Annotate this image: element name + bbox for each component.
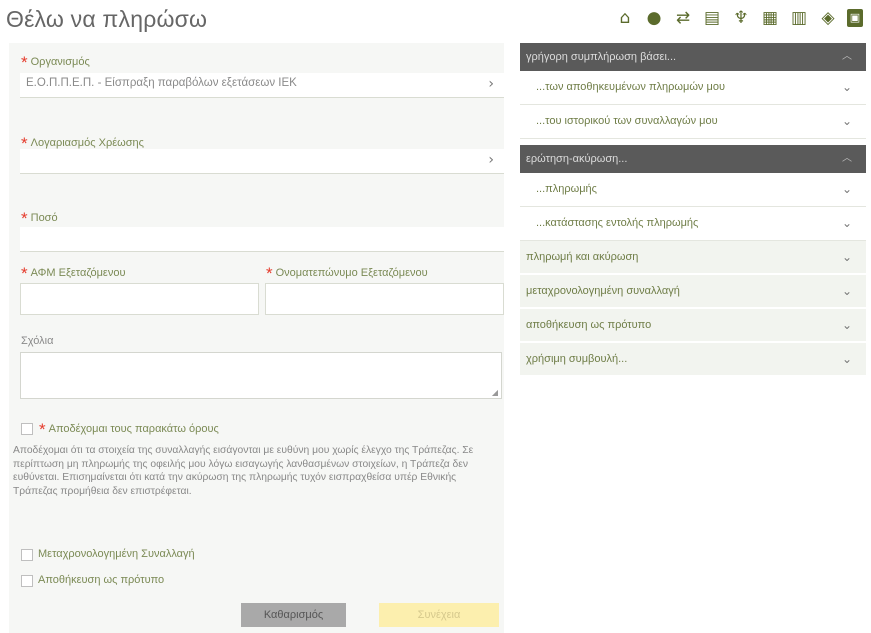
organization-label: * Οργανισμός bbox=[21, 53, 90, 72]
chevron-down-icon: ⌄ bbox=[841, 114, 852, 128]
comments-label: Σχόλια bbox=[21, 335, 54, 347]
chevron-down-icon: ⌄ bbox=[841, 80, 852, 94]
required-marker: * bbox=[21, 53, 28, 72]
accept-terms-checkbox[interactable] bbox=[21, 423, 33, 435]
sidebar-item-transaction-history[interactable]: ...του ιστορικού των συναλλαγών μου ⌄ bbox=[520, 105, 866, 139]
sidebar-item-save-template[interactable]: αποθήκευση ως πρότυπο ⌄ bbox=[520, 309, 866, 343]
quick-fill-section-header[interactable]: γρήγορη συμπλήρωση βάσει... ︿ bbox=[520, 43, 866, 71]
tax-id-label: * ΑΦΜ Εξεταζόμενου bbox=[21, 264, 126, 283]
chart-icon[interactable]: ▦ bbox=[760, 8, 780, 28]
full-name-label: * Ονοματεπώνυμο Εξεταζόμενου bbox=[266, 264, 428, 283]
accept-terms-label[interactable]: * Αποδέχομαι τους παρακάτω όρους bbox=[39, 417, 219, 439]
required-marker: * bbox=[266, 264, 273, 283]
required-marker: * bbox=[21, 209, 28, 228]
comments-textarea[interactable]: ◢ bbox=[20, 352, 502, 399]
info-icon[interactable]: ● bbox=[644, 8, 664, 28]
document-icon[interactable]: ▣ bbox=[847, 9, 863, 27]
home-icon[interactable]: ⌂ bbox=[615, 8, 635, 28]
chevron-up-icon: ︿ bbox=[842, 51, 852, 62]
amount-label: * Ποσό bbox=[21, 209, 58, 228]
chevron-up-icon: ︿ bbox=[842, 153, 852, 164]
chevron-down-icon: ⌄ bbox=[841, 182, 852, 196]
resize-grip-icon[interactable]: ◢ bbox=[492, 388, 498, 397]
piggy-bank-icon[interactable]: ◈ bbox=[818, 8, 838, 28]
chevron-down-icon: ⌄ bbox=[841, 318, 852, 332]
debit-account-label: * Λογαριασμός Χρέωσης bbox=[21, 134, 144, 153]
chevron-down-icon: ⌄ bbox=[841, 216, 852, 230]
query-cancel-section-header[interactable]: ερώτηση-ακύρωση... ︿ bbox=[520, 145, 866, 173]
sidebar-item-pay-and-cancel[interactable]: πληρωμή και ακύρωση ⌄ bbox=[520, 241, 866, 275]
chevron-down-icon: ⌄ bbox=[841, 284, 852, 298]
top-toolbar: ⌂ ● ⇄ ▤ ♆ ▦ ▥ ◈ ▣ bbox=[615, 8, 863, 28]
scheduled-label[interactable]: Μεταχρονολογημένη Συναλλαγή bbox=[38, 548, 195, 560]
sidebar-item-order-status[interactable]: ...κατάστασης εντολής πληρωμής ⌄ bbox=[520, 207, 866, 241]
sidebar: γρήγορη συμπλήρωση βάσει... ︿ ...των απο… bbox=[520, 43, 866, 377]
full-name-input[interactable] bbox=[265, 283, 504, 315]
debit-account-select[interactable]: › bbox=[20, 149, 504, 174]
transfer-icon[interactable]: ⇄ bbox=[673, 8, 693, 28]
stats-icon[interactable]: ▥ bbox=[789, 8, 809, 28]
trophy-icon[interactable]: ♆ bbox=[731, 8, 751, 28]
chevron-right-icon: › bbox=[488, 152, 494, 168]
tax-id-input[interactable] bbox=[20, 283, 259, 315]
clear-button[interactable]: Καθαρισμός bbox=[241, 603, 346, 627]
required-marker: * bbox=[39, 420, 46, 439]
terms-text: Αποδέχομαι ότι τα στοιχεία της συναλλαγή… bbox=[13, 445, 474, 497]
chevron-right-icon: › bbox=[488, 76, 494, 92]
page-title: Θέλω να πληρώσω bbox=[6, 6, 208, 32]
organization-value: Ε.Ο.Π.Π.Ε.Π. - Είσπραξη παραβόλων εξετάσ… bbox=[26, 77, 297, 89]
sidebar-item-payment[interactable]: ...πληρωμής ⌄ bbox=[520, 173, 866, 207]
chevron-down-icon: ⌄ bbox=[841, 250, 852, 264]
organization-select[interactable]: Ε.Ο.Π.Π.Ε.Π. - Είσπραξη παραβόλων εξετάσ… bbox=[20, 73, 504, 98]
payment-form: * Οργανισμός Ε.Ο.Π.Π.Ε.Π. - Είσπραξη παρα… bbox=[9, 43, 504, 633]
continue-button[interactable]: Συνέχεια bbox=[379, 603, 499, 627]
sidebar-item-saved-payments[interactable]: ...των αποθηκευμένων πληρωμών μου ⌄ bbox=[520, 71, 866, 105]
amount-input[interactable] bbox=[20, 227, 504, 252]
sidebar-item-useful-tip[interactable]: χρήσιμη συμβουλή... ⌄ bbox=[520, 343, 866, 377]
sidebar-item-scheduled[interactable]: μεταχρονολογημένη συναλλαγή ⌄ bbox=[520, 275, 866, 309]
save-template-checkbox[interactable] bbox=[21, 575, 33, 587]
cards-icon[interactable]: ▤ bbox=[702, 8, 722, 28]
required-marker: * bbox=[21, 264, 28, 283]
chevron-down-icon: ⌄ bbox=[841, 352, 852, 366]
save-template-label[interactable]: Αποθήκευση ως πρότυπο bbox=[38, 574, 164, 586]
scheduled-checkbox[interactable] bbox=[21, 549, 33, 561]
